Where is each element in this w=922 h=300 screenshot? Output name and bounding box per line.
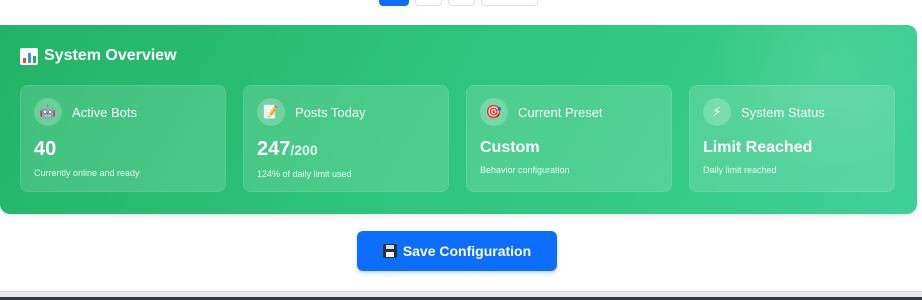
stat-value: 40 (34, 138, 57, 160)
stat-description: 124% of daily limit used (257, 169, 352, 179)
memo-icon: 📝 (257, 98, 285, 126)
stat-description: Behavior configuration (480, 165, 570, 175)
overview-title: System Overview (44, 47, 177, 64)
stat-limit: /200 (290, 142, 318, 158)
stat-value: Custom (480, 139, 540, 156)
stat-label: Posts Today (295, 104, 366, 120)
page-next-button[interactable] (481, 0, 538, 6)
robot-icon: 🤖 (34, 98, 62, 126)
stat-card-active-bots: 🤖 Active Bots 40 Currently online and re… (20, 85, 226, 192)
floppy-disk-icon (382, 244, 397, 258)
stat-card-posts-today: 📝 Posts Today 247/200 124% of daily limi… (243, 85, 449, 192)
stat-card-current-preset: 🎯 Current Preset Custom Behavior configu… (466, 85, 672, 192)
target-icon: 🎯 (480, 98, 508, 126)
stat-value: Limit Reached (703, 139, 813, 156)
page-button[interactable] (448, 0, 475, 6)
overview-heading: System Overview (20, 47, 177, 65)
pagination (379, 0, 538, 6)
stat-label: Current Preset (518, 104, 603, 120)
page-button[interactable] (415, 0, 442, 6)
bottom-edge (0, 291, 922, 300)
lightning-icon: ⚡ (703, 98, 731, 126)
bar-chart-icon (20, 47, 38, 65)
page-button-active[interactable] (379, 0, 409, 6)
stats-cards: 🤖 Active Bots 40 Currently online and re… (20, 85, 895, 192)
save-button-label: Save Configuration (402, 243, 532, 259)
stat-label: System Status (741, 104, 825, 120)
stat-value: 247/200 (257, 138, 318, 160)
system-overview-panel: System Overview 🤖 Active Bots 40 Current… (0, 25, 917, 214)
stat-label: Active Bots (72, 104, 138, 120)
save-configuration-button[interactable]: Save Configuration (357, 231, 557, 271)
stat-description: Currently online and ready (34, 168, 140, 178)
stat-card-system-status: ⚡ System Status Limit Reached Daily limi… (689, 85, 895, 192)
stat-description: Daily limit reached (703, 165, 777, 175)
